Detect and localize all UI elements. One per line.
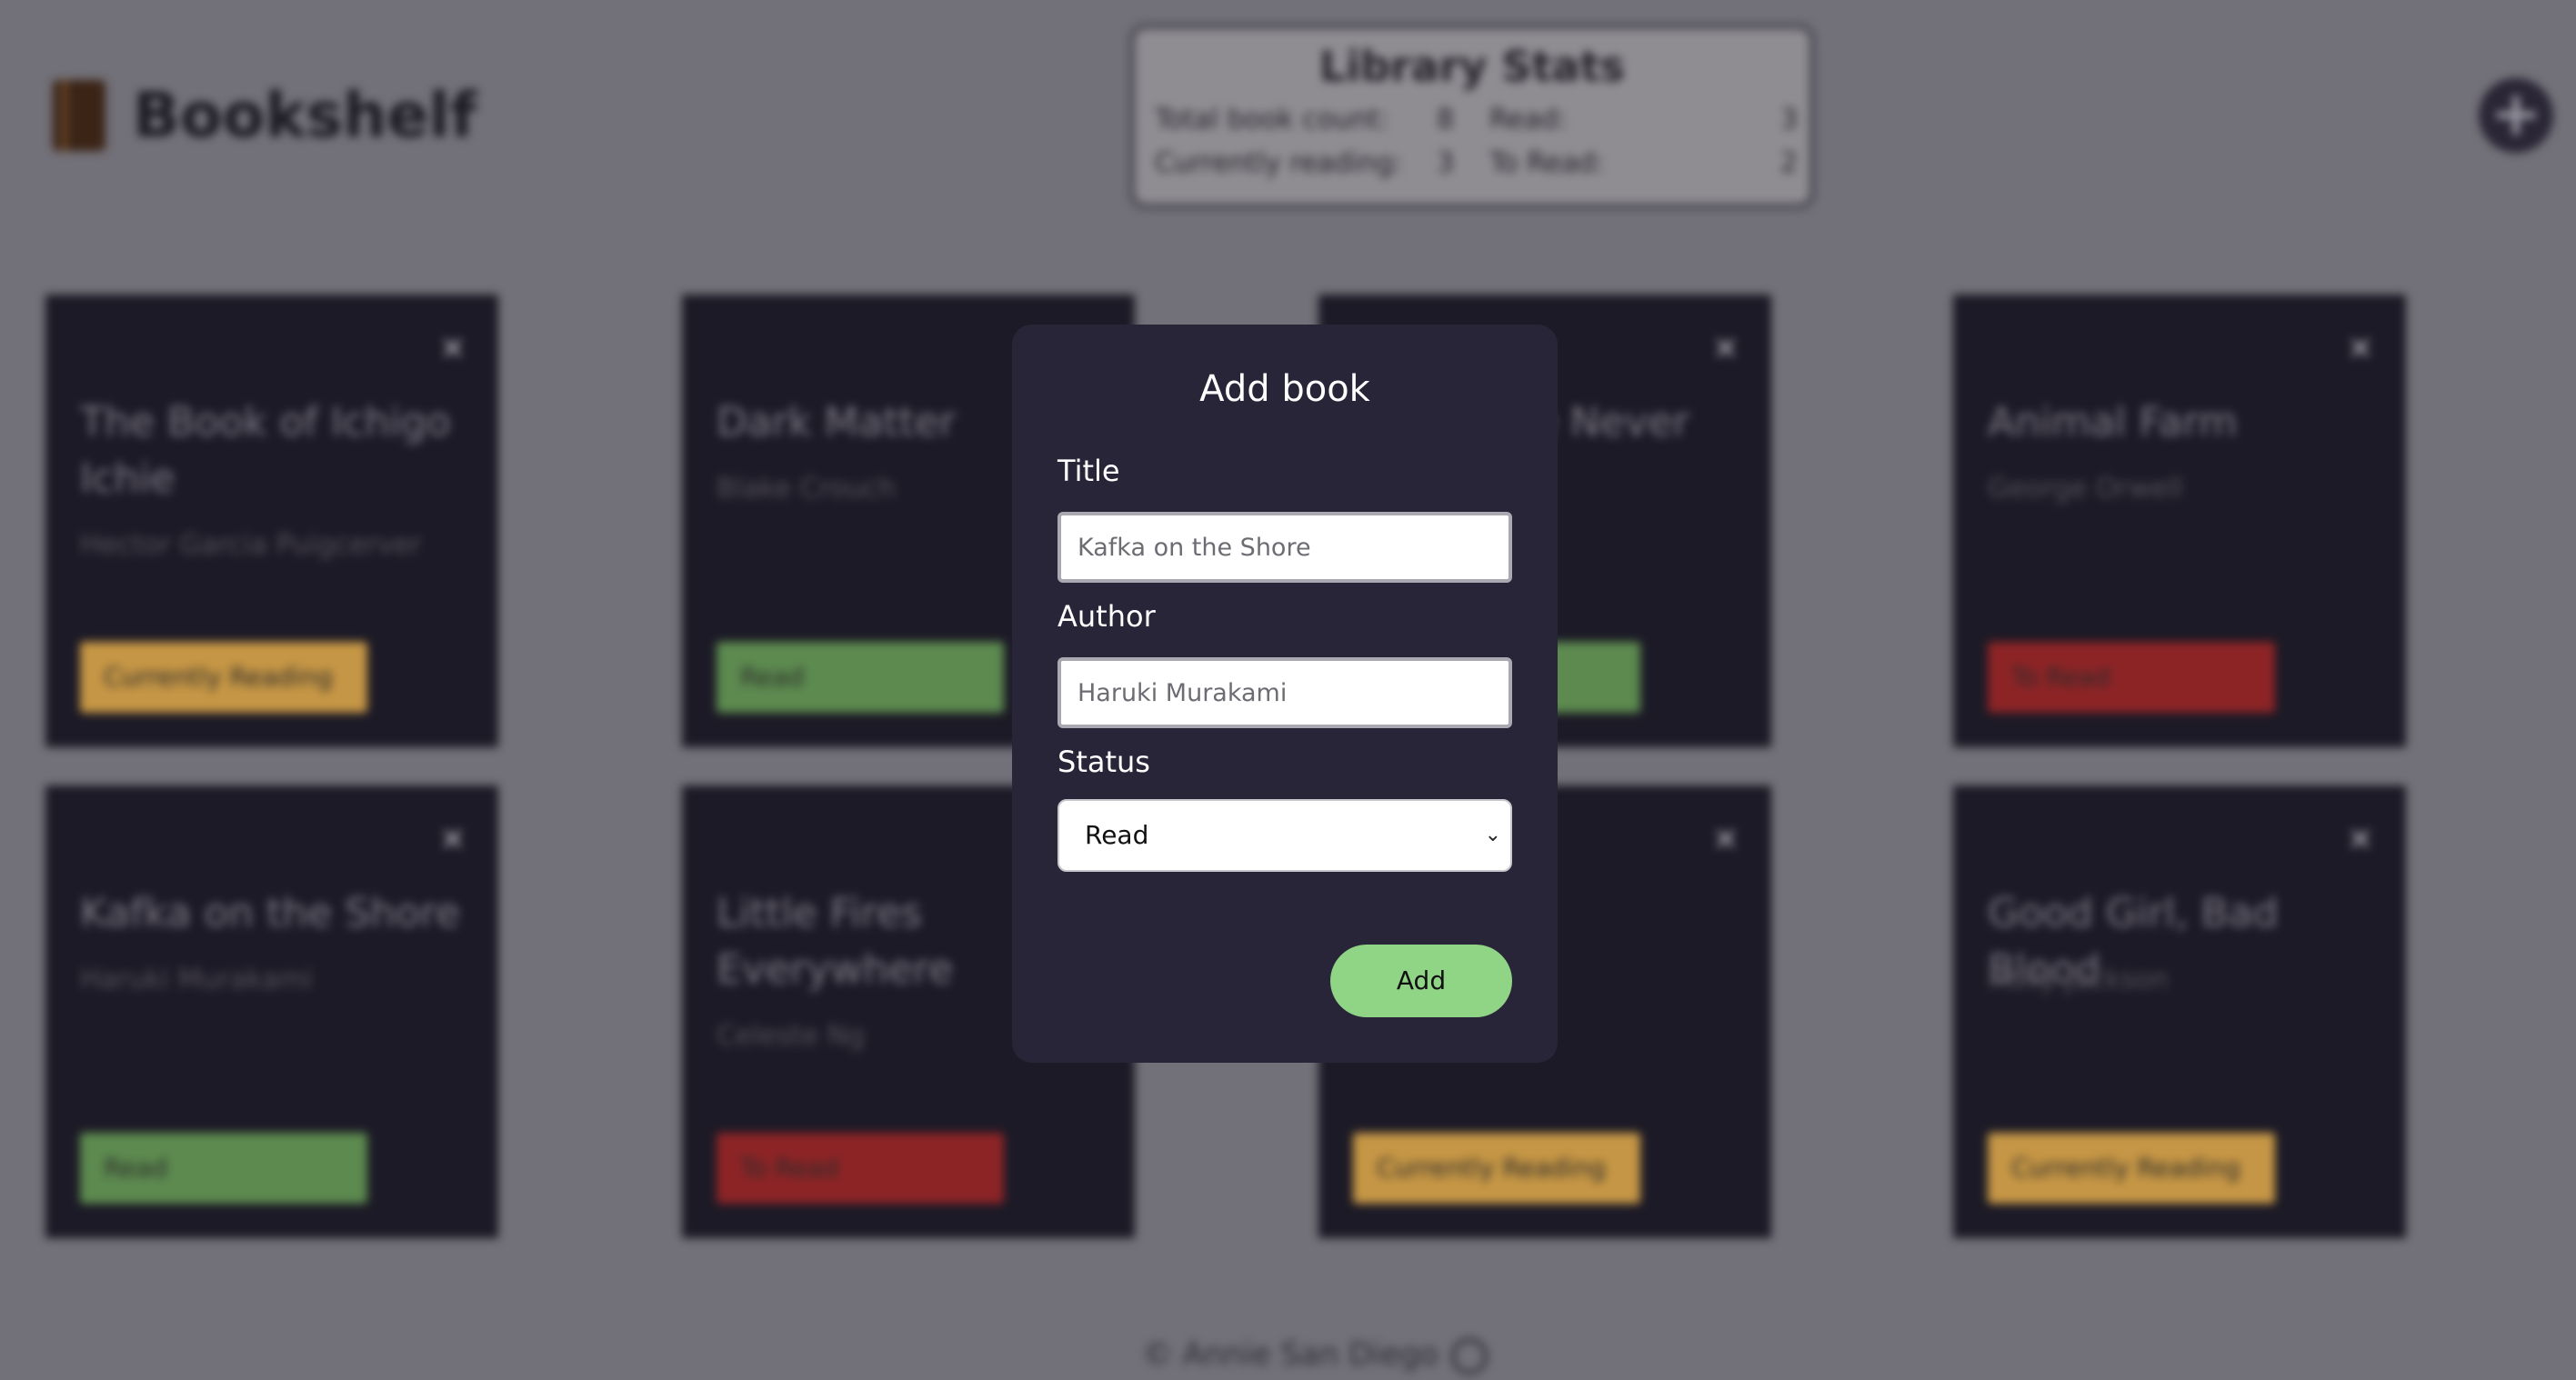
book-author: Hector Garcia Puigcerver bbox=[80, 529, 422, 561]
header: Bookshelf Library Stats Total book count… bbox=[0, 0, 2576, 236]
book-card: ✕ Good Girl, Bad Blood Holly Jackson Cur… bbox=[1953, 785, 2406, 1238]
status-label: Status bbox=[1057, 745, 1150, 779]
stat-read-label: Read: bbox=[1489, 104, 1568, 135]
author-input[interactable] bbox=[1057, 657, 1512, 728]
stat-toread-value: 2 bbox=[1780, 147, 1799, 179]
close-icon[interactable]: ✕ bbox=[2348, 822, 2374, 858]
stat-toread-label: To Read: bbox=[1489, 147, 1605, 179]
book-author: Haruki Murakami bbox=[80, 964, 313, 995]
plus-circle-icon[interactable]: + bbox=[2479, 78, 2553, 153]
status-select[interactable]: To Read bbox=[717, 1133, 1004, 1204]
footer-text: © Annie San Diego bbox=[1142, 1336, 1439, 1373]
status-dropdown[interactable]: Read ⌄ bbox=[1057, 799, 1512, 872]
stat-reading-value: 3 bbox=[1437, 147, 1455, 179]
book-card: ✕ The Book of Ichigo Ichie Hector Garcia… bbox=[45, 295, 498, 747]
add-button[interactable]: Add bbox=[1330, 945, 1512, 1017]
stat-total-value: 8 bbox=[1437, 104, 1455, 135]
add-book-dialog: Add book Title Author Status Read ⌄ Add bbox=[1012, 325, 1558, 1063]
status-select[interactable]: Currently Reading bbox=[1988, 1133, 2275, 1204]
book-icon bbox=[53, 80, 105, 151]
status-selected-value: Read bbox=[1085, 820, 1149, 850]
status-select[interactable]: Read bbox=[717, 642, 1004, 713]
title-input[interactable] bbox=[1057, 512, 1512, 583]
title-label: Title bbox=[1057, 454, 1120, 488]
stats-title: Library Stats bbox=[1319, 42, 1625, 91]
book-title: Animal Farm bbox=[1988, 399, 2238, 445]
close-icon[interactable]: ✕ bbox=[440, 331, 466, 367]
github-icon[interactable] bbox=[1451, 1337, 1488, 1375]
book-title: The Book of Ichigo Ichie bbox=[80, 399, 451, 502]
close-icon[interactable]: ✕ bbox=[2348, 331, 2374, 367]
stat-total-label: Total book count: bbox=[1155, 104, 1389, 135]
book-title: Kafka on the Shore bbox=[80, 890, 461, 936]
close-icon[interactable]: ✕ bbox=[1713, 822, 1739, 858]
status-select[interactable]: Currently Reading bbox=[80, 642, 367, 713]
book-author: Blake Crouch bbox=[717, 473, 897, 505]
book-author: Holly Jackson bbox=[1988, 964, 2169, 995]
chevron-down-icon: ⌄ bbox=[1484, 824, 1501, 846]
book-card: ✕ Animal Farm George Orwell To Read bbox=[1953, 295, 2406, 747]
book-author: George Orwell bbox=[1988, 473, 2183, 505]
app-title: Bookshelf bbox=[133, 80, 477, 152]
stat-read-value: 3 bbox=[1780, 104, 1799, 135]
status-select[interactable]: Currently Reading bbox=[1353, 1133, 1640, 1204]
close-icon[interactable]: ✕ bbox=[1713, 331, 1739, 367]
book-card: ✕ Kafka on the Shore Haruki Murakami Rea… bbox=[45, 785, 498, 1238]
author-label: Author bbox=[1057, 599, 1156, 634]
footer: © Annie San Diego bbox=[1142, 1336, 1488, 1375]
close-icon[interactable]: ✕ bbox=[440, 822, 466, 858]
dialog-title: Add book bbox=[1199, 368, 1370, 410]
status-select[interactable]: To Read bbox=[1988, 642, 2275, 713]
status-select[interactable]: Read bbox=[80, 1133, 367, 1204]
library-stats: Library Stats Total book count: 8 Read: … bbox=[1129, 24, 1815, 209]
book-author: Celeste Ng bbox=[717, 1020, 866, 1052]
stat-reading-label: Currently reading: bbox=[1155, 147, 1403, 179]
